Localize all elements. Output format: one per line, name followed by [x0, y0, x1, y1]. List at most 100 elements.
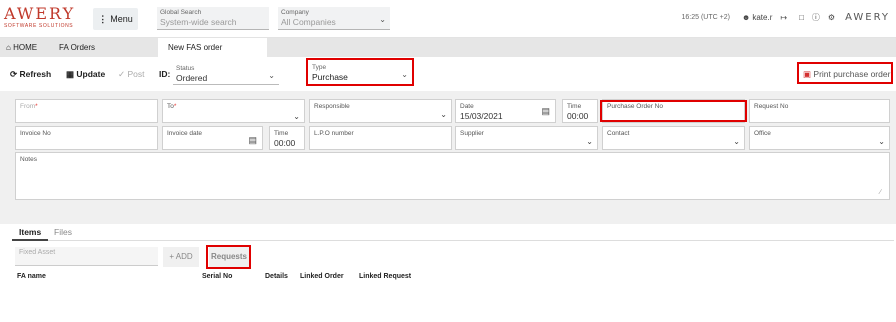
office-field[interactable]: Office ⌄ [749, 126, 890, 150]
office-label: Office [754, 130, 771, 137]
info-icon[interactable]: ⓘ [812, 12, 820, 23]
notes-textarea[interactable]: Notes ∕ [15, 152, 890, 200]
global-search-input[interactable]: Global Search System-wide search [157, 7, 269, 30]
request-no-label: Request No [754, 103, 789, 110]
purchase-order-no-highlight [600, 100, 747, 122]
request-no-field[interactable]: Request No [749, 99, 890, 123]
invoice-time-field[interactable]: Time 00:00 [269, 126, 305, 150]
print-highlight [797, 62, 893, 84]
invoice-time-label: Time [274, 130, 289, 137]
responsible-field[interactable]: Responsible ⌄ [309, 99, 452, 123]
home-icon: ⌂ [6, 43, 11, 52]
brand-right: AWERY [845, 12, 890, 23]
company-select[interactable]: Company All Companies ⌄ [278, 7, 390, 30]
required-marker: * [35, 103, 38, 110]
date-label: Date [460, 103, 474, 110]
save-icon: ▦ [66, 69, 75, 79]
contact-label: Contact [607, 130, 630, 137]
tab-files[interactable]: Files [54, 227, 72, 237]
menu-dots-icon: ⋮ [98, 14, 108, 24]
contact-field[interactable]: Contact ⌄ [602, 126, 745, 150]
invoice-no-field[interactable]: Invoice No [15, 126, 158, 150]
lpo-number-label: L.P.O number [314, 130, 354, 137]
tab-fa-orders[interactable]: FA Orders [59, 38, 95, 57]
brand-name: AWERY [4, 4, 76, 23]
add-button[interactable]: + ADD [163, 247, 199, 267]
time-label: Time [567, 103, 582, 110]
column-header-details[interactable]: Details [265, 273, 288, 280]
chat-icon[interactable]: □ [799, 13, 804, 22]
logout-icon[interactable]: ↦ [780, 13, 787, 22]
chevron-down-icon: ⌄ [440, 110, 447, 119]
required-marker: * [173, 103, 177, 110]
company-label: Company [281, 9, 309, 16]
invoice-no-label: Invoice No [20, 130, 51, 137]
active-tab-indicator [12, 239, 48, 241]
update-button[interactable]: ▦ Update [66, 69, 105, 80]
post-button[interactable]: ✓ Post [118, 69, 145, 80]
refresh-button[interactable]: ⟳ Refresh [10, 69, 51, 80]
column-header-linked-order[interactable]: Linked Order [300, 273, 344, 280]
column-header-linked-request[interactable]: Linked Request [359, 273, 411, 280]
tab-divider [12, 240, 894, 241]
items-panel [0, 215, 896, 322]
right-tools: 16:25 (UTC +2) ☻ kate.r ↦ □ ⓘ ⚙ AWERY [673, 12, 890, 23]
clock: 16:25 (UTC +2) [681, 14, 730, 21]
invoice-date-label: Invoice date [167, 130, 203, 137]
toolbar: ⟳ Refresh ▦ Update ✓ Post ID: Status Ord… [0, 57, 896, 91]
logo[interactable]: AWERY SOFTWARE SOLUTIONS [4, 5, 75, 29]
status-value: Ordered [176, 73, 208, 83]
fixed-asset-placeholder: Fixed Asset [19, 249, 56, 256]
status-select[interactable]: Status Ordered ⌄ [173, 63, 279, 85]
column-header-fa-name[interactable]: FA name [17, 273, 46, 280]
invoice-date-field[interactable]: Invoice date ▤ [162, 126, 263, 150]
tab-new-fas-order-label: New FAS order [168, 43, 223, 52]
calendar-icon[interactable]: ▤ [541, 106, 550, 117]
column-header-serial-no[interactable]: Serial No [202, 273, 232, 280]
requests-highlight [206, 245, 251, 269]
chevron-down-icon: ⌄ [379, 15, 386, 24]
calendar-icon[interactable]: ▤ [248, 135, 257, 146]
lpo-number-field[interactable]: L.P.O number [309, 126, 452, 150]
section-separator [0, 215, 896, 224]
time-value: 00:00 [567, 111, 589, 121]
tab-home-label: HOME [13, 43, 38, 52]
time-field[interactable]: Time 00:00 [562, 99, 598, 123]
chevron-down-icon: ⌄ [733, 137, 740, 146]
fixed-asset-input[interactable]: Fixed Asset [15, 247, 158, 266]
supplier-field[interactable]: Supplier ⌄ [455, 126, 598, 150]
company-value: All Companies [281, 17, 336, 27]
supplier-label: Supplier [460, 130, 484, 137]
refresh-icon: ⟳ [10, 69, 18, 79]
check-icon: ✓ [118, 69, 126, 79]
tab-new-fas-order[interactable]: New FAS order [158, 38, 267, 57]
tab-bar: ⌂ HOME FA Orders New FAS order [0, 38, 896, 57]
tab-home[interactable]: ⌂ HOME [6, 38, 37, 57]
brand-subtitle: SOFTWARE SOLUTIONS [4, 23, 74, 29]
from-label: From [20, 103, 36, 110]
date-value: 15/03/2021 [460, 111, 503, 121]
user-icon[interactable]: ☻ [742, 13, 750, 22]
id-label: ID: [159, 69, 171, 79]
chevron-down-icon: ⌄ [268, 71, 275, 80]
invoice-time-value: 00:00 [274, 138, 296, 148]
user-name[interactable]: kate.r [752, 13, 772, 22]
resize-handle-icon[interactable]: ∕ [880, 189, 881, 196]
to-field[interactable]: To* ⌄ [162, 99, 305, 123]
tab-items[interactable]: Items [19, 227, 41, 237]
from-field[interactable]: From* [15, 99, 158, 123]
top-bar: AWERY SOFTWARE SOLUTIONS ⋮ Menu Global Se… [0, 0, 896, 38]
post-label: Post [127, 69, 145, 79]
to-label: To [167, 103, 174, 110]
chevron-down-icon: ⌄ [293, 112, 300, 121]
refresh-label: Refresh [19, 69, 52, 79]
responsible-label: Responsible [314, 103, 350, 110]
global-search-label: Global Search [160, 9, 202, 16]
chevron-down-icon: ⌄ [586, 137, 593, 146]
chevron-down-icon: ⌄ [878, 137, 885, 146]
notes-label: Notes [20, 156, 37, 163]
menu-button[interactable]: ⋮ Menu [93, 8, 138, 30]
gear-icon[interactable]: ⚙ [828, 13, 835, 22]
global-search-placeholder: System-wide search [160, 17, 237, 27]
date-field[interactable]: Date 15/03/2021 ▤ [455, 99, 556, 123]
